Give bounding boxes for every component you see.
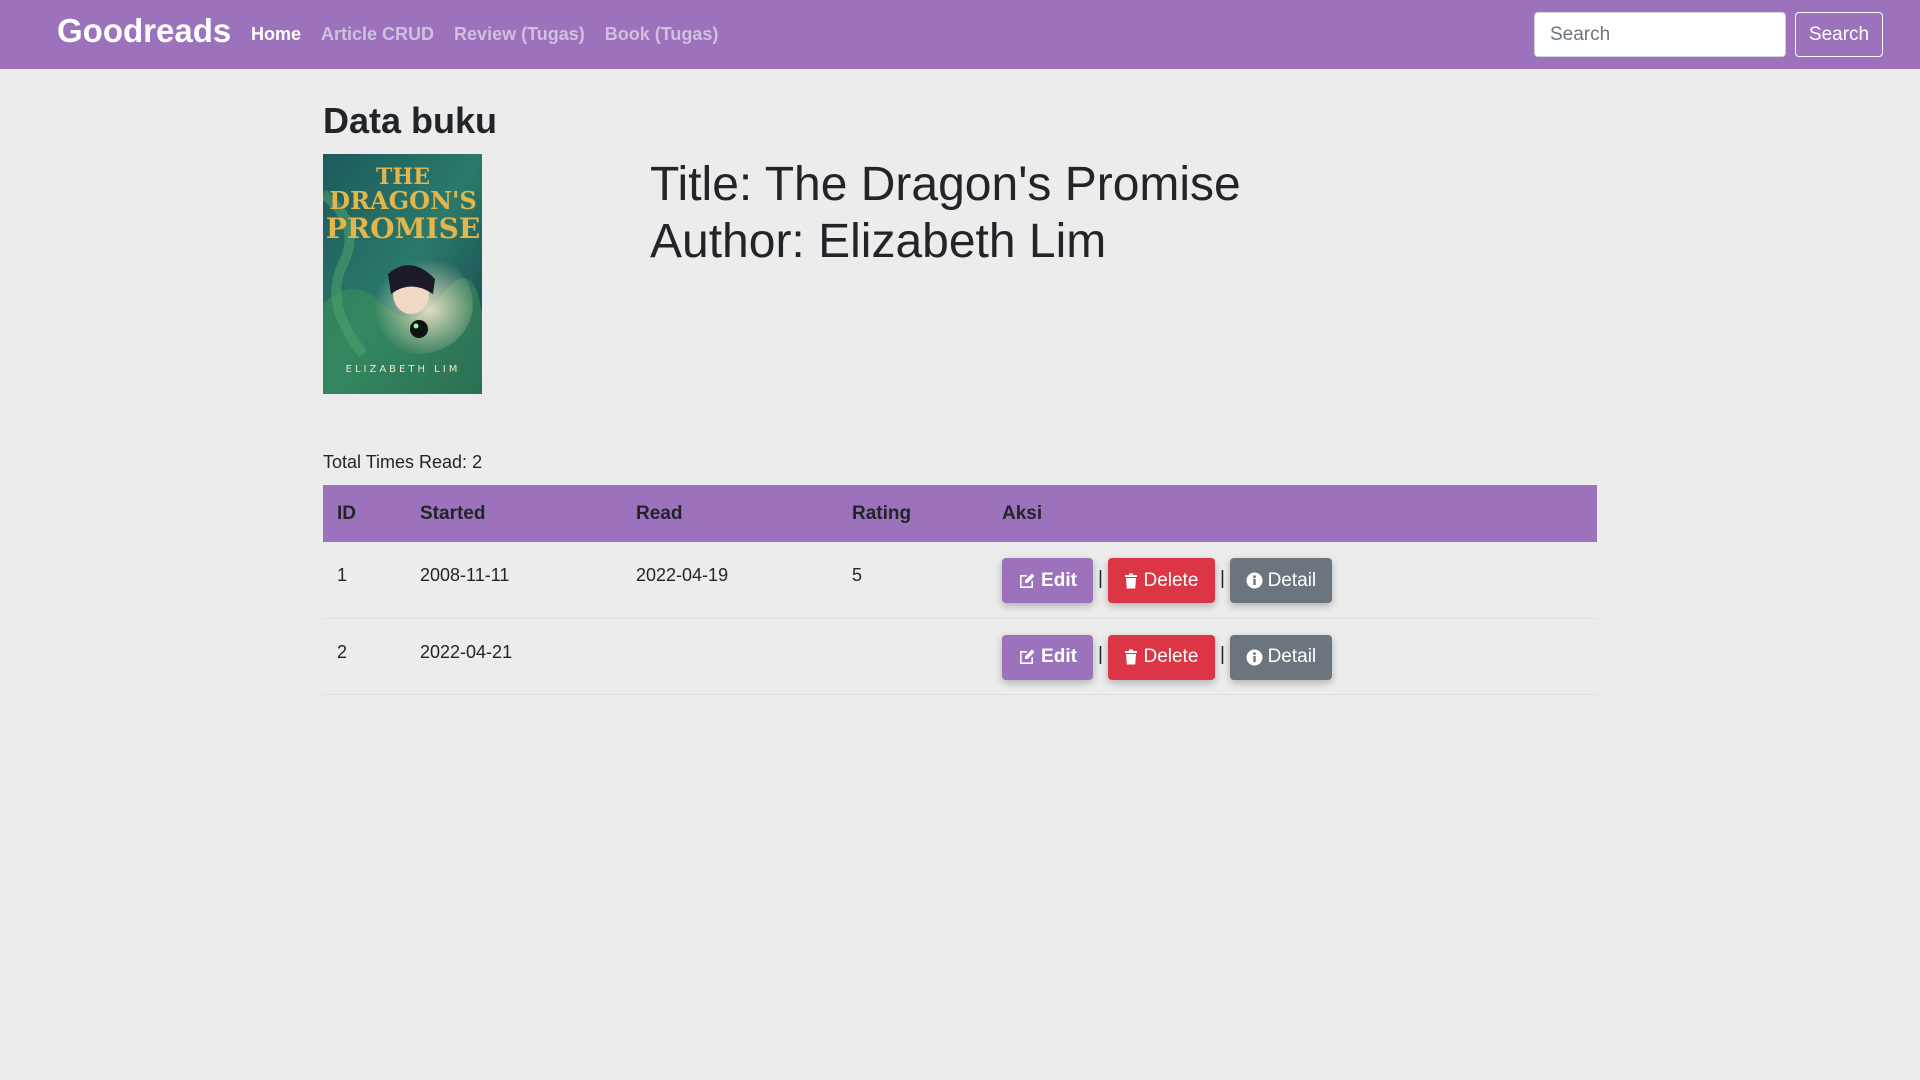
nav-link-home[interactable]: Home [251, 24, 301, 45]
navbar: Goodreads Home Article CRUD Review (Tuga… [0, 0, 1920, 69]
delete-button[interactable]: Delete [1107, 558, 1215, 603]
separator: | [1219, 567, 1225, 589]
cell-started: 2022-04-21 [406, 618, 622, 695]
cell-read [622, 618, 838, 695]
cover-title-line2: DRAGON'S [329, 186, 476, 215]
edit-icon [1020, 573, 1035, 588]
page-title: Data buku [323, 100, 498, 141]
brand-logo[interactable]: Goodreads [57, 12, 231, 50]
trash-icon [1125, 649, 1138, 665]
cell-actions: Edit | Delete | Detail [988, 618, 1597, 695]
cover-title-line3: PROMISE [326, 212, 480, 245]
info-icon [1246, 572, 1263, 589]
cell-actions: Edit | Delete | Detail [988, 542, 1597, 619]
detail-label: Detail [1267, 569, 1317, 591]
nav-links: Home Article CRUD Review (Tugas) Book (T… [251, 24, 738, 45]
detail-button[interactable]: Detail [1229, 634, 1332, 680]
separator: | [1098, 567, 1103, 589]
delete-label: Delete [1143, 646, 1199, 667]
nav-link-book[interactable]: Book (Tugas) [605, 24, 719, 45]
table-row: 2 2022-04-21 Edit | Delete | Detail [323, 618, 1597, 695]
book-author-line: Author: Elizabeth Lim [650, 215, 1107, 268]
edit-icon [1020, 649, 1035, 664]
author-label: Author [650, 215, 792, 268]
nav-link-review[interactable]: Review (Tugas) [454, 24, 585, 45]
cell-id: 1 [323, 542, 406, 619]
info-icon [1246, 649, 1263, 665]
edit-button[interactable]: Edit [1002, 558, 1093, 603]
reading-table: ID Started Read Rating Aksi 1 2008-11-11… [323, 485, 1597, 695]
header-aksi: Aksi [1002, 502, 1043, 524]
search-button[interactable]: Search [1795, 12, 1883, 57]
header-id: ID [337, 502, 356, 524]
separator: | [1219, 644, 1225, 665]
book-cover-image: THE DRAGON'S PROMISE ELIZABETH LIM [323, 154, 482, 394]
total-times-read: Total Times Read: 2 [323, 452, 483, 472]
detail-label: Detail [1267, 646, 1317, 667]
edit-label: Edit [1041, 569, 1077, 591]
cell-rating [838, 618, 988, 695]
edit-button[interactable]: Edit [1002, 634, 1093, 680]
search-input[interactable] [1534, 12, 1786, 57]
table-row: 1 2008-11-11 2022-04-19 5 Edit | Delete … [323, 542, 1597, 619]
edit-label: Edit [1041, 646, 1077, 667]
title-label: Title [650, 158, 739, 211]
separator: | [1098, 644, 1103, 665]
nav-link-article-crud[interactable]: Article CRUD [321, 24, 434, 45]
cell-rating: 5 [838, 542, 988, 619]
trash-icon [1125, 573, 1138, 588]
cell-id: 2 [323, 618, 406, 695]
author-value: Elizabeth Lim [818, 215, 1107, 268]
header-rating: Rating [852, 502, 912, 524]
delete-button[interactable]: Delete [1107, 634, 1215, 680]
cell-started: 2008-11-11 [406, 542, 622, 619]
table-header-row: ID Started Read Rating Aksi [323, 485, 1597, 542]
header-started: Started [420, 502, 486, 524]
cell-read: 2022-04-19 [622, 542, 838, 619]
delete-label: Delete [1143, 569, 1199, 591]
book-title-line: Title: The Dragon's Promise [650, 158, 1241, 211]
book-info: Title: The Dragon's Promise Author: Eliz… [650, 156, 1241, 270]
title-value: The Dragon's Promise [764, 158, 1241, 211]
cover-author: ELIZABETH LIM [346, 364, 461, 375]
header-read: Read [636, 502, 683, 524]
detail-button[interactable]: Detail [1229, 558, 1332, 603]
